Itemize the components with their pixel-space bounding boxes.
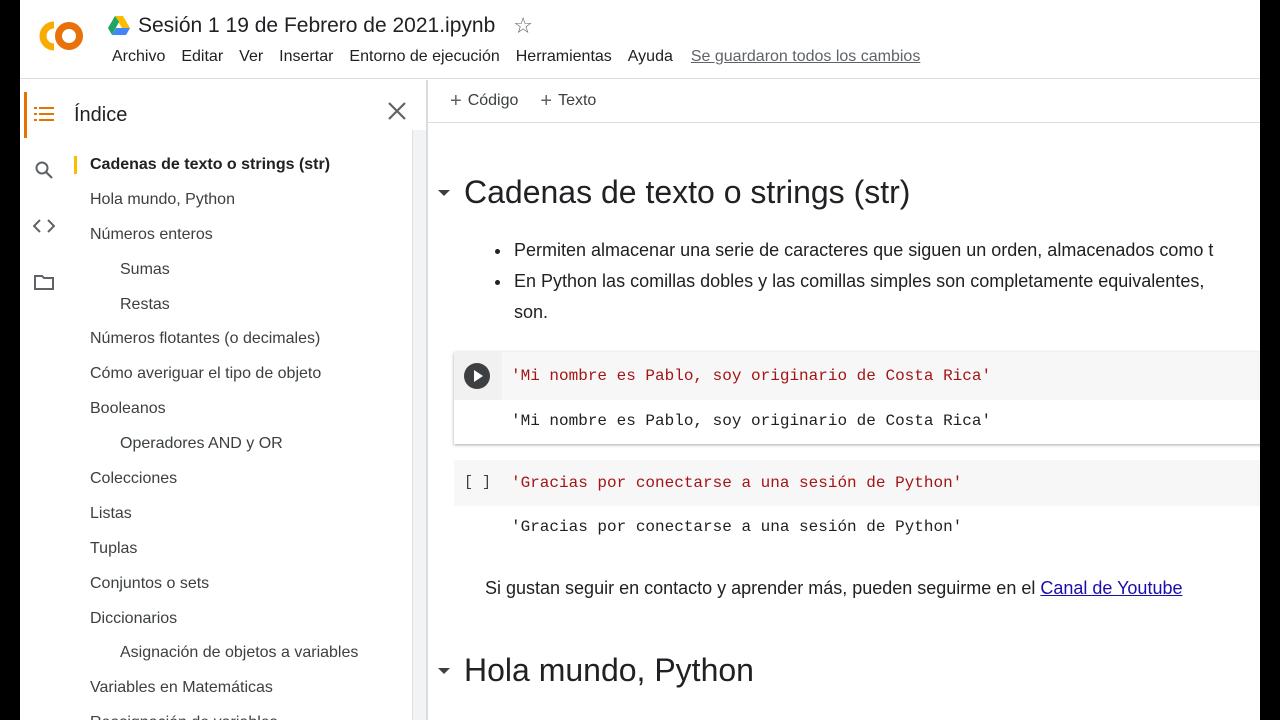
rail-active-indicator bbox=[24, 92, 27, 138]
toc-list: Cadenas de texto o strings (str) Hola mu… bbox=[68, 150, 408, 720]
bullet-list: Permiten almacenar una serie de caracter… bbox=[494, 235, 1260, 328]
run-cell-button[interactable] bbox=[464, 363, 490, 389]
plus-icon: + bbox=[450, 90, 462, 112]
toc-item[interactable]: Conjuntos o sets bbox=[68, 569, 408, 604]
notebook-title[interactable]: Sesión 1 19 de Febrero de 2021.ipynb bbox=[138, 14, 495, 38]
table-of-contents-panel: Índice Cadenas de texto o strings (str) … bbox=[68, 80, 412, 720]
code-line[interactable]: 'Mi nombre es Pablo, soy originario de C… bbox=[511, 367, 991, 385]
toc-item[interactable]: Cadenas de texto o strings (str) bbox=[68, 150, 408, 185]
add-code-label: Código bbox=[467, 92, 519, 109]
toc-item[interactable]: Listas bbox=[68, 499, 408, 534]
bullet-item: Permiten almacenar una serie de caracter… bbox=[512, 235, 1260, 266]
add-text-label: Texto bbox=[558, 92, 597, 109]
section-title: Cadenas de texto o strings (str) bbox=[464, 174, 911, 210]
execution-count[interactable]: [ ] bbox=[464, 474, 491, 491]
toc-item[interactable]: Números flotantes (o decimales) bbox=[68, 324, 408, 359]
contact-text: Si gustan seguir en contacto y aprender … bbox=[485, 578, 1041, 598]
toc-item[interactable]: Restas bbox=[68, 290, 408, 325]
folder-icon[interactable] bbox=[28, 266, 60, 298]
cell-output: 'Mi nombre es Pablo, soy originario de C… bbox=[511, 412, 992, 430]
bullet-item: En Python las comillas dobles y las comi… bbox=[512, 266, 1260, 328]
code-line[interactable]: 'Gracias por conectarse a una sesión de … bbox=[511, 474, 962, 492]
close-icon[interactable] bbox=[384, 98, 410, 124]
collapse-caret-icon[interactable] bbox=[436, 666, 452, 676]
toc-item[interactable]: Diccionarios bbox=[68, 604, 408, 639]
section-title: Hola mundo, Python bbox=[464, 652, 754, 688]
side-rail bbox=[20, 80, 68, 720]
section-header: Cadenas de texto o strings (str) bbox=[428, 174, 910, 211]
youtube-link[interactable]: Canal de Youtube bbox=[1040, 578, 1182, 598]
search-icon[interactable] bbox=[28, 154, 60, 186]
cell-output: 'Gracias por conectarse a una sesión de … bbox=[511, 518, 963, 536]
toc-item[interactable]: Cómo averiguar el tipo de objeto bbox=[68, 359, 408, 394]
toc-item[interactable]: Sumas bbox=[68, 255, 408, 290]
menu-insertar[interactable]: Insertar bbox=[271, 48, 341, 66]
header: Sesión 1 19 de Febrero de 2021.ipynb ☆ A… bbox=[20, 0, 1260, 79]
menu-bar: Archivo Editar Ver Insertar Entorno de e… bbox=[104, 48, 928, 66]
collapse-caret-icon[interactable] bbox=[436, 188, 452, 198]
notebook-main: + Código + Texto Cadenas de texto o stri… bbox=[428, 80, 1260, 720]
menu-editar[interactable]: Editar bbox=[173, 48, 231, 66]
menu-ayuda[interactable]: Ayuda bbox=[620, 48, 681, 66]
text-cell: Si gustan seguir en contacto y aprender … bbox=[485, 578, 1182, 599]
save-status[interactable]: Se guardaron todos los cambios bbox=[683, 48, 928, 66]
star-icon[interactable]: ☆ bbox=[513, 15, 533, 37]
notebook-toolbar: + Código + Texto bbox=[428, 80, 1260, 123]
toc-item[interactable]: Números enteros bbox=[68, 220, 408, 255]
code-cell[interactable]: 'Mi nombre es Pablo, soy originario de C… bbox=[454, 352, 1260, 444]
toc-title: Índice bbox=[74, 104, 128, 126]
bullet-text: son. bbox=[514, 302, 549, 322]
cell-gutter bbox=[454, 352, 502, 400]
colab-logo[interactable] bbox=[34, 16, 86, 56]
toc-item[interactable]: Booleanos bbox=[68, 394, 408, 429]
add-code-button[interactable]: + Código bbox=[450, 91, 518, 111]
code-cell[interactable]: [ ] 'Gracias por conectarse a una sesión… bbox=[454, 460, 1260, 550]
toc-item[interactable]: Hola mundo, Python bbox=[68, 185, 408, 220]
menu-ver[interactable]: Ver bbox=[231, 48, 271, 66]
toc-item[interactable]: Tuplas bbox=[68, 534, 408, 569]
toc-item[interactable]: Reasignación de variables bbox=[68, 708, 408, 720]
toc-item[interactable]: Asignación de objetos a variables bbox=[68, 638, 408, 673]
code-snippets-icon[interactable] bbox=[28, 210, 60, 242]
google-drive-icon[interactable] bbox=[108, 16, 130, 36]
colab-window: Sesión 1 19 de Febrero de 2021.ipynb ☆ A… bbox=[20, 0, 1260, 720]
section-header: Hola mundo, Python bbox=[428, 652, 754, 689]
table-of-contents-icon[interactable] bbox=[28, 98, 60, 130]
menu-archivo[interactable]: Archivo bbox=[104, 48, 173, 66]
toc-item[interactable]: Colecciones bbox=[68, 464, 408, 499]
menu-entorno-ejecucion[interactable]: Entorno de ejecución bbox=[341, 48, 507, 66]
bullet-text: En Python las comillas dobles y las comi… bbox=[514, 271, 1205, 291]
add-text-button[interactable]: + Texto bbox=[540, 91, 596, 111]
toc-item[interactable]: Variables en Matemáticas bbox=[68, 673, 408, 708]
menu-herramientas[interactable]: Herramientas bbox=[508, 48, 620, 66]
toc-scrollbar[interactable] bbox=[412, 130, 426, 720]
toc-item[interactable]: Operadores AND y OR bbox=[68, 429, 408, 464]
plus-icon: + bbox=[540, 90, 553, 112]
